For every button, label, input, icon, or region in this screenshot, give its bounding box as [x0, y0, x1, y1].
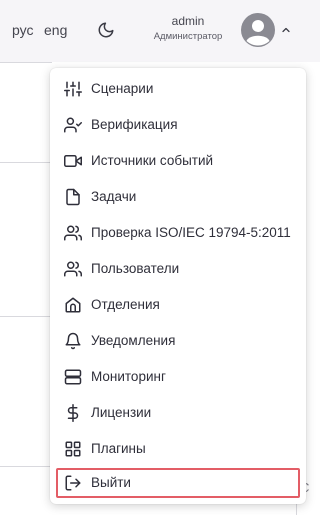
user-dropdown-menu: Сценарии Верификация Источники событий З…: [50, 68, 306, 504]
menu-item-monitoring[interactable]: Мониторинг: [56, 362, 300, 392]
menu-item-label: Мониторинг: [91, 369, 166, 384]
users-icon: [64, 260, 82, 278]
server-icon: [64, 368, 82, 386]
users-icon: [64, 224, 82, 242]
sliders-icon: [64, 80, 82, 98]
menu-item-tasks[interactable]: Задачи: [56, 182, 300, 212]
menu-item-label: Проверка ISO/IEC 19794-5:2011: [91, 225, 291, 240]
menu-item-label: Уведомления: [91, 333, 176, 348]
file-icon: [64, 188, 82, 206]
menu-item-label: Задачи: [91, 189, 137, 204]
divider: [0, 162, 52, 163]
divider: [0, 466, 52, 467]
menu-item-licenses[interactable]: Лицензии: [56, 398, 300, 428]
language-en[interactable]: eng: [44, 22, 67, 38]
menu-item-label: Отделения: [91, 297, 160, 312]
user-role: Администратор: [153, 31, 223, 42]
menu-item-label: Лицензии: [91, 405, 152, 420]
menu-item-label: Пользователи: [91, 261, 180, 276]
divider: [0, 316, 52, 317]
bell-icon: [64, 332, 82, 350]
menu-item-event-sources[interactable]: Источники событий: [56, 146, 300, 176]
user-check-icon: [64, 116, 82, 134]
avatar[interactable]: [240, 12, 276, 48]
top-bar: рус eng admin Администратор: [0, 0, 320, 62]
grid-icon: [64, 440, 82, 458]
menu-item-label: Источники событий: [91, 153, 214, 168]
menu-item-plugins[interactable]: Плагины: [56, 434, 300, 464]
dollar-icon: [64, 404, 82, 422]
moon-icon[interactable]: [97, 21, 115, 39]
menu-item-verification[interactable]: Верификация: [56, 110, 300, 140]
video-icon: [64, 152, 82, 170]
language-ru[interactable]: рус: [12, 22, 33, 38]
logout-icon: [64, 474, 82, 492]
divider: [0, 62, 52, 63]
menu-item-users[interactable]: Пользователи: [56, 254, 300, 284]
user-name: admin: [171, 14, 205, 28]
home-icon: [64, 296, 82, 314]
menu-item-label: Сценарии: [91, 81, 154, 96]
chevron-up-icon[interactable]: [280, 24, 292, 36]
menu-item-label: Верификация: [91, 117, 178, 132]
menu-item-departments[interactable]: Отделения: [56, 290, 300, 320]
menu-item-notifications[interactable]: Уведомления: [56, 326, 300, 356]
menu-item-scenarios[interactable]: Сценарии: [56, 74, 300, 104]
menu-item-iso-check[interactable]: Проверка ISO/IEC 19794-5:2011: [56, 218, 300, 248]
menu-item-logout[interactable]: Выйти: [56, 468, 300, 498]
menu-item-label: Выйти: [91, 475, 131, 490]
menu-item-label: Плагины: [91, 441, 146, 456]
